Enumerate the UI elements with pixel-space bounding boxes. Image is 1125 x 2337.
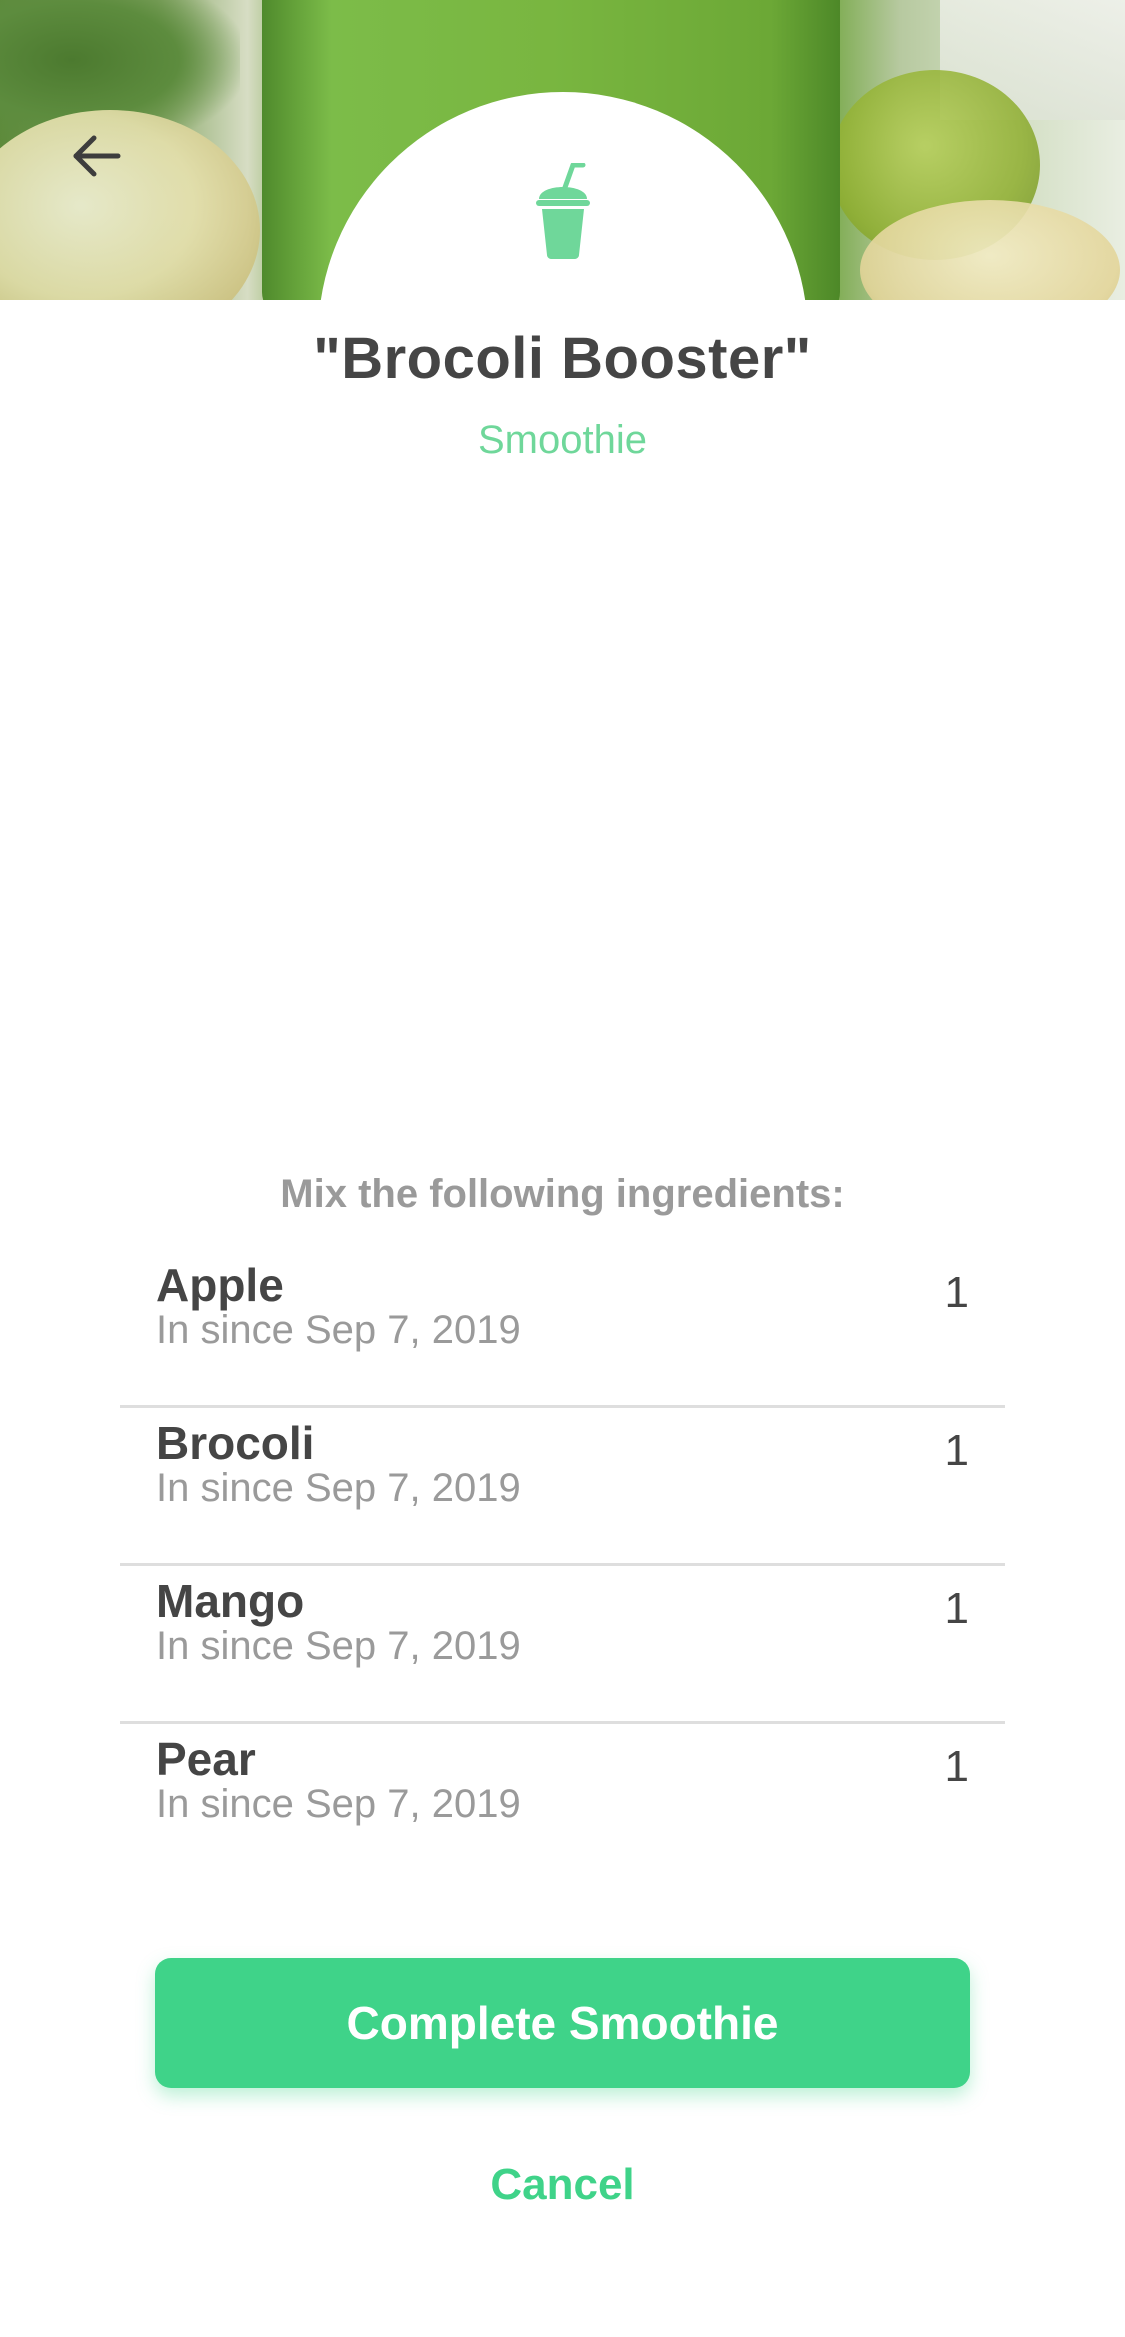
cancel-button[interactable]: Cancel bbox=[0, 2160, 1125, 2210]
ingredient-since: In since Sep 7, 2019 bbox=[156, 1624, 521, 1668]
ingredient-row: Mango In since Sep 7, 2019 1 bbox=[120, 1566, 1005, 1724]
ingredient-row: Pear In since Sep 7, 2019 1 bbox=[120, 1724, 1005, 1882]
recipe-title: "Brocoli Booster" bbox=[313, 326, 812, 391]
ingredient-name: Apple bbox=[156, 1259, 284, 1311]
ingredient-quantity: 1 bbox=[944, 1742, 969, 1791]
ingredient-since: In since Sep 7, 2019 bbox=[156, 1466, 521, 1510]
ingredient-row: Brocoli In since Sep 7, 2019 1 bbox=[120, 1408, 1005, 1566]
ingredient-quantity: 1 bbox=[944, 1426, 969, 1475]
ingredient-row: Apple In since Sep 7, 2019 1 bbox=[120, 1250, 1005, 1408]
smoothie-cup-icon bbox=[536, 163, 590, 259]
ingredient-since: In since Sep 7, 2019 bbox=[156, 1782, 521, 1826]
ingredient-since: In since Sep 7, 2019 bbox=[156, 1308, 521, 1352]
arrow-left-icon bbox=[73, 135, 121, 177]
ingredient-quantity: 1 bbox=[944, 1584, 969, 1633]
ingredient-name: Brocoli bbox=[156, 1417, 315, 1469]
ingredient-list: Apple In since Sep 7, 2019 1 Brocoli In … bbox=[120, 1250, 1005, 1882]
back-button[interactable] bbox=[60, 120, 132, 192]
complete-smoothie-button[interactable]: Complete Smoothie bbox=[155, 1958, 970, 2088]
ingredients-heading: Mix the following ingredients: bbox=[280, 1172, 845, 1216]
ingredient-name: Pear bbox=[156, 1733, 256, 1785]
ingredient-name: Mango bbox=[156, 1575, 305, 1627]
ingredient-quantity: 1 bbox=[944, 1268, 969, 1317]
recipe-type: Smoothie bbox=[478, 418, 647, 462]
